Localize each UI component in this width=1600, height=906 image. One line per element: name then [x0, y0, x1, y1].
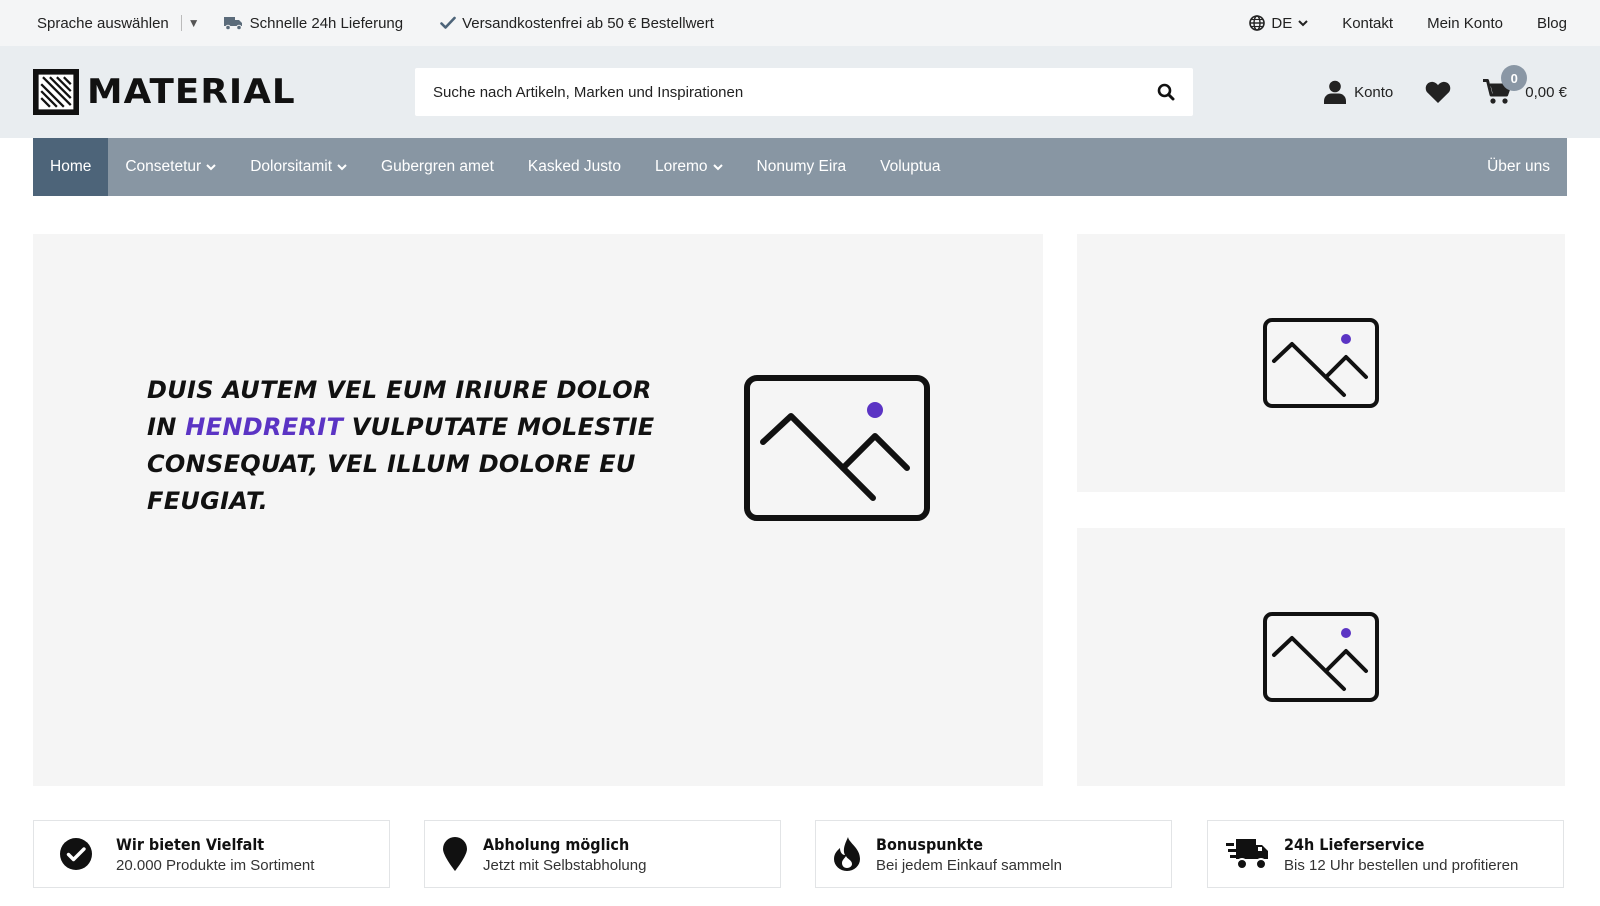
usp-subtitle: Bis 12 Uhr bestellen und profitieren: [1284, 856, 1519, 874]
search-bar: [415, 68, 1193, 116]
usp-icon-wrap: [1226, 837, 1268, 871]
cart-total: 0,00 €: [1525, 83, 1567, 101]
nav-item-label: Nonumy Eira: [756, 158, 847, 175]
usp-subtitle: Jetzt mit Selbstabholung: [483, 856, 647, 874]
hero-headline-highlight: HENDRERIT: [185, 413, 344, 441]
wishlist-heart-icon[interactable]: [1425, 81, 1451, 104]
logo-mark-icon: [33, 69, 79, 115]
image-placeholder-icon: [744, 375, 930, 521]
nav-item-home[interactable]: Home: [33, 138, 109, 196]
header: MATERIAL Konto 0 0,00 €: [0, 46, 1600, 138]
account-label: Konto: [1354, 83, 1394, 101]
globe-icon: [1249, 15, 1266, 31]
usp-title: 24h Lieferservice: [1284, 834, 1425, 854]
chevron-down-icon: [1298, 19, 1308, 26]
check-icon: [440, 16, 456, 29]
user-icon: [1324, 80, 1347, 104]
contact-link[interactable]: Kontakt: [1342, 15, 1393, 32]
map-marker-icon: [443, 837, 467, 871]
image-placeholder-icon: [1263, 318, 1379, 408]
check-circle-icon: [60, 838, 92, 870]
usp-icon-wrap: [834, 837, 860, 871]
usp-title: Bonuspunkte: [876, 834, 983, 854]
usp-icon-wrap: [52, 838, 100, 870]
nav-item-voluptua[interactable]: Voluptua: [863, 138, 957, 196]
usp-free-shipping: Versandkostenfrei ab 50 € Bestellwert: [440, 15, 714, 32]
flame-icon: [834, 837, 860, 871]
my-account-link[interactable]: Mein Konto: [1427, 15, 1503, 32]
usp-subtitle: 20.000 Produkte im Sortiment: [116, 856, 315, 874]
image-placeholder-icon: [1263, 612, 1379, 702]
usp-icon-wrap: [443, 837, 467, 871]
usp-fast-delivery: Schnelle 24h Lieferung: [223, 14, 404, 32]
search-icon[interactable]: [1157, 83, 1175, 101]
top-bar: Sprache auswählen ▼ Schnelle 24h Lieferu…: [0, 0, 1600, 46]
shipping-fast-icon: [1226, 839, 1268, 870]
nav-item-label: Dolorsitamit: [250, 158, 333, 175]
hero-headline: DUIS AUTEM VEL EUM IRIURE DOLOR IN HENDR…: [147, 372, 667, 520]
nav-item-label: Loremo: [654, 158, 708, 175]
usp-variety: Wir bieten Vielfalt 20.000 Produkte im S…: [33, 820, 390, 888]
nav-item-label: Über uns: [1487, 158, 1550, 175]
usp-text: Bonuspunkte Bei jedem Einkauf sammeln: [876, 835, 1062, 874]
usp-text: Abholung möglich Jetzt mit Selbstabholun…: [483, 835, 646, 874]
teaser-tile-top[interactable]: [1077, 234, 1565, 492]
language-select-divider: [180, 15, 182, 31]
logo-text: MATERIAL: [87, 72, 296, 112]
hero-banner[interactable]: DUIS AUTEM VEL EUM IRIURE DOLOR IN HENDR…: [33, 234, 1043, 786]
nav-item-gubergren-amet[interactable]: Gubergren amet: [364, 138, 511, 196]
chevron-down-icon: [712, 163, 723, 170]
chevron-down-icon: [337, 163, 347, 170]
usp-title: Abholung möglich: [483, 834, 630, 854]
chevron-down-icon: [206, 163, 216, 170]
cart-button[interactable]: 0 0,00 €: [1483, 65, 1567, 105]
truck-icon: [223, 17, 242, 31]
usp-bonus-points: Bonuspunkte Bei jedem Einkauf sammeln: [815, 820, 1172, 888]
usp-title: Wir bieten Vielfalt: [116, 834, 265, 854]
nav-item-label: Consetetur: [125, 158, 202, 175]
usp-free-shipping-text: Versandkostenfrei ab 50 € Bestellwert: [462, 14, 714, 32]
usp-subtitle: Bei jedem Einkauf sammeln: [876, 856, 1062, 874]
top-bar-links: DE Kontakt Mein Konto Blog: [1249, 15, 1567, 32]
nav-item-loremo[interactable]: Loremo: [638, 138, 740, 196]
usp-pickup: Abholung möglich Jetzt mit Selbstabholun…: [424, 820, 781, 888]
nav-item-kasked-justo[interactable]: Kasked Justo: [511, 138, 638, 196]
main-navigation: Home Consetetur Dolorsitamit Gubergren a…: [33, 138, 1567, 196]
search-input[interactable]: [433, 83, 1157, 101]
nav-item-label: Gubergren amet: [381, 158, 494, 175]
nav-item-nonumy-eira[interactable]: Nonumy Eira: [740, 138, 864, 196]
nav-item-consetetur[interactable]: Consetetur: [108, 138, 233, 196]
blog-link[interactable]: Blog: [1537, 15, 1567, 32]
logo[interactable]: MATERIAL: [33, 69, 415, 115]
account-button[interactable]: Konto: [1324, 80, 1393, 104]
nav-item-label: Kasked Justo: [527, 158, 621, 175]
usp-delivery-service: 24h Lieferservice Bis 12 Uhr bestellen u…: [1207, 820, 1564, 888]
teaser-tile-bottom[interactable]: [1077, 528, 1565, 786]
nav-item-label: Voluptua: [880, 158, 941, 175]
nav-item-label: Home: [50, 158, 92, 175]
usp-fast-delivery-text: Schnelle 24h Lieferung: [249, 14, 404, 32]
nav-item-about[interactable]: Über uns: [1470, 138, 1567, 196]
usp-text: Wir bieten Vielfalt 20.000 Produkte im S…: [116, 835, 314, 874]
language-select-label: Sprache auswählen: [37, 14, 169, 32]
language-select[interactable]: Sprache auswählen ▼: [37, 15, 200, 32]
header-actions: Konto 0 0,00 €: [1193, 65, 1567, 105]
locale-label: DE: [1271, 14, 1293, 32]
cart-count-badge: 0: [1501, 65, 1528, 91]
language-select-arrow: ▼: [187, 16, 200, 30]
locale-switcher[interactable]: DE: [1249, 15, 1308, 32]
usp-text: 24h Lieferservice Bis 12 Uhr bestellen u…: [1284, 835, 1518, 874]
nav-item-dolorsitamit[interactable]: Dolorsitamit: [233, 138, 364, 196]
